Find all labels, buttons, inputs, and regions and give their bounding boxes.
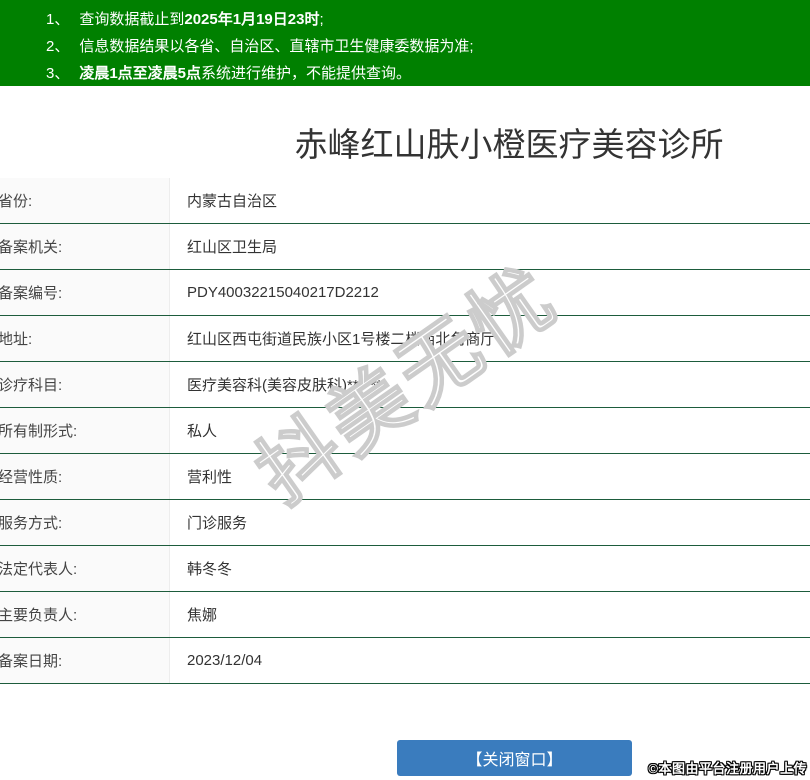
notice-text: 凌晨1点至凌晨5点 [79, 65, 202, 82]
row-label-text: 诊疗科目: [0, 377, 63, 394]
row-label: 经营性质: [0, 454, 170, 499]
notice-banner: 1、 查询数据截止到2025年1月19日23时; 2、 信息数据结果以各省、自治区、直… [0, 0, 810, 86]
notice-text: 2、 [46, 38, 70, 55]
row-value: 私人 [187, 423, 218, 440]
row-value: 门诊服务 [187, 515, 248, 532]
table-row: 所有制形式: 私人 [0, 408, 810, 454]
table-row: 备案机关: 红山区卫生局 [0, 224, 810, 270]
row-label: 备案机关: [0, 224, 170, 269]
row-label: 省份: [0, 178, 170, 223]
table-row: 经营性质: 营利性 [0, 454, 810, 500]
notice-line-1: 1、 查询数据截止到2025年1月19日23时; [0, 6, 810, 33]
notice-text: 2025年1月19日23时 [184, 11, 320, 28]
row-value: 医疗美容科(美容皮肤科)****** [187, 377, 383, 394]
row-label-text: 省份: [0, 193, 33, 210]
table-row: 地址: 红山区西屯街道民族小区1号楼二楼西北角商厅 [0, 316, 810, 362]
close-window-button[interactable]: 【关闭窗口】 [397, 740, 632, 776]
row-label: 地址: [0, 316, 170, 361]
notice-text: 系统进行维护，不能提供查询。 [201, 65, 412, 82]
row-label: 备案编号: [0, 270, 170, 315]
row-label-text: 服务方式: [0, 515, 63, 532]
notice-text: 3、 [46, 65, 70, 82]
row-label: 服务方式: [0, 500, 170, 545]
row-label-text: 主要负责人: [0, 607, 78, 624]
row-label-text: 备案编号: [0, 285, 63, 302]
table-row: 服务方式: 门诊服务 [0, 500, 810, 546]
table-row: 备案日期: 2023/12/04 [0, 638, 810, 684]
row-label: 所有制形式: [0, 408, 170, 453]
row-label: 主要负责人: [0, 592, 170, 637]
row-value: 内蒙古自治区 [187, 193, 278, 210]
notice-text: 信息数据结果以各省、自治区、直辖市卫生健康委数据为准; [79, 38, 474, 55]
notice-text: 查询数据截止到 [79, 11, 185, 28]
notice-line-2: 2、 信息数据结果以各省、自治区、直辖市卫生健康委数据为准; [0, 33, 810, 60]
row-label: 法定代表人: [0, 546, 170, 591]
table-row: 备案编号: PDY40032215040217D2212 [0, 270, 810, 316]
platform-upload-stamp: ©本图由平台注册用户上传 [648, 761, 807, 776]
notice-list: 1、 查询数据截止到2025年1月19日23时; 2、 信息数据结果以各省、自治区、直… [0, 6, 810, 87]
row-value: 焦娜 [187, 607, 218, 624]
notice-line-3: 3、 凌晨1点至凌晨5点系统进行维护，不能提供查询。 [0, 60, 810, 87]
row-label-text: 备案日期: [0, 653, 63, 670]
table-row: 省份: 内蒙古自治区 [0, 178, 810, 224]
table-row: 诊疗科目: 医疗美容科(美容皮肤科)****** [0, 362, 810, 408]
notice-text: ; [319, 11, 324, 28]
row-value: 营利性 [187, 469, 233, 486]
row-label-text: 地址: [0, 331, 33, 348]
row-label-text: 所有制形式: [0, 423, 78, 440]
table-row: 法定代表人: 韩冬冬 [0, 546, 810, 592]
title-wrap: 赤峰红山肤小橙医疗美容诊所 [0, 118, 810, 164]
record-table: 省份: 内蒙古自治区备案机关: 红山区卫生局备案编号: PDY400322150402… [0, 178, 810, 684]
row-label: 备案日期: [0, 638, 170, 683]
row-label-text: 备案机关: [0, 239, 63, 256]
table-row: 主要负责人: 焦娜 [0, 592, 810, 638]
page-title: 赤峰红山肤小橙医疗美容诊所 [294, 126, 724, 163]
row-value: 红山区西屯街道民族小区1号楼二楼西北角商厅 [187, 331, 496, 348]
row-value: 2023/12/04 [187, 652, 263, 669]
row-label-text: 法定代表人: [0, 561, 78, 578]
row-label-text: 经营性质: [0, 469, 63, 486]
notice-text: 1、 [46, 11, 70, 28]
row-value: PDY40032215040217D2212 [187, 284, 379, 301]
row-value: 红山区卫生局 [187, 239, 278, 256]
row-label: 诊疗科目: [0, 362, 170, 407]
row-value: 韩冬冬 [187, 561, 233, 578]
